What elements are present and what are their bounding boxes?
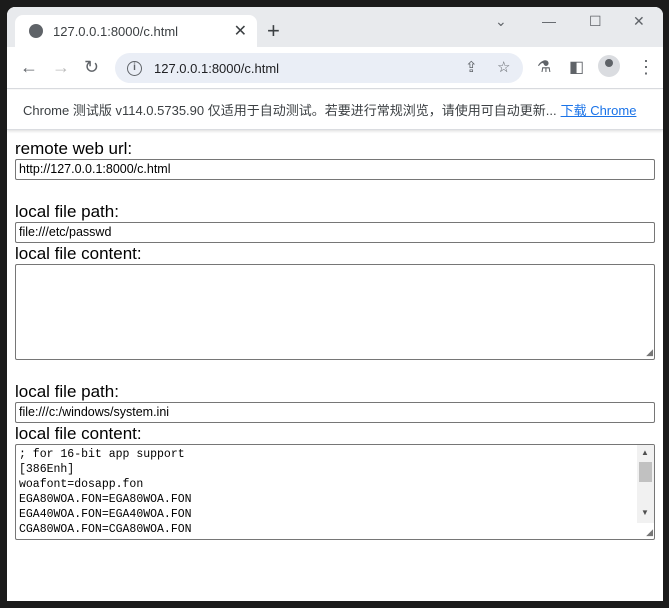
info-icon[interactable]: i — [127, 60, 142, 76]
content-label-2: local file content: — [15, 424, 142, 443]
browser-tab[interactable]: 127.0.0.1:8000/c.html ✕ — [15, 15, 257, 47]
resize-grip-icon[interactable]: ◢ — [646, 347, 653, 358]
tab-title: 127.0.0.1:8000/c.html — [53, 23, 179, 39]
share-icon[interactable]: ⇪ — [465, 58, 478, 76]
tab-strip: 127.0.0.1:8000/c.html ✕ + ⌄ — ☐ ✕ — [7, 7, 663, 47]
path-input-1[interactable]: file:///etc/passwd — [15, 222, 655, 243]
toolbar: ← → ↻ i 127.0.0.1:8000/c.html ⇪ ☆ ⚗ ◧ ⋮ — [7, 47, 663, 89]
content-textarea-1[interactable]: ◢ — [15, 264, 655, 360]
close-tab-icon[interactable]: ✕ — [234, 21, 247, 41]
menu-icon[interactable]: ⋮ — [637, 57, 655, 78]
tab-search-icon[interactable]: ⌄ — [495, 13, 507, 30]
scroll-down-icon[interactable]: ▼ — [641, 508, 649, 517]
close-window-button[interactable]: ✕ — [633, 13, 645, 30]
new-tab-button[interactable]: + — [267, 18, 280, 44]
flask-icon[interactable]: ⚗ — [537, 57, 551, 77]
scrollbar-thumb[interactable] — [639, 462, 652, 482]
remote-url-label: remote web url: — [15, 139, 133, 158]
infobar-text: Chrome 测试版 v114.0.5735.90 仅适用于自动测试。若要进行常… — [23, 103, 557, 118]
path-input-2[interactable]: file:///c:/windows/system.ini — [15, 402, 655, 423]
browser-window: 127.0.0.1:8000/c.html ✕ + ⌄ — ☐ ✕ ← → ↻ … — [7, 7, 663, 601]
minimize-button[interactable]: — — [542, 13, 556, 29]
path-label-1: local file path: — [15, 202, 119, 221]
info-bar: Chrome 测试版 v114.0.5735.90 仅适用于自动测试。若要进行常… — [7, 90, 663, 130]
content-text-2: ; for 16-bit app support [386Enh] woafon… — [19, 448, 192, 536]
back-icon[interactable]: ← — [20, 57, 38, 78]
scrollbar[interactable]: ▲ ▼ — [637, 445, 654, 523]
scroll-up-icon[interactable]: ▲ — [641, 448, 649, 457]
content-textarea-2[interactable]: ; for 16-bit app support [386Enh] woafon… — [15, 444, 655, 540]
star-icon[interactable]: ☆ — [497, 58, 510, 76]
content-label-1: local file content: — [15, 244, 142, 263]
reload-icon[interactable]: ↻ — [84, 57, 99, 78]
remote-url-input[interactable]: http://127.0.0.1:8000/c.html — [15, 159, 655, 180]
side-panel-icon[interactable]: ◧ — [569, 57, 584, 77]
download-chrome-link[interactable]: 下载 Chrome — [561, 103, 637, 118]
forward-icon[interactable]: → — [52, 57, 70, 78]
globe-icon — [29, 24, 43, 38]
url-text: 127.0.0.1:8000/c.html — [154, 60, 280, 76]
content-text-1 — [16, 265, 654, 269]
path-label-2: local file path: — [15, 382, 119, 401]
avatar[interactable] — [598, 55, 620, 77]
maximize-button[interactable]: ☐ — [589, 13, 602, 30]
address-bar[interactable]: i 127.0.0.1:8000/c.html ⇪ ☆ — [115, 53, 523, 83]
resize-grip-icon[interactable]: ◢ — [646, 527, 653, 538]
